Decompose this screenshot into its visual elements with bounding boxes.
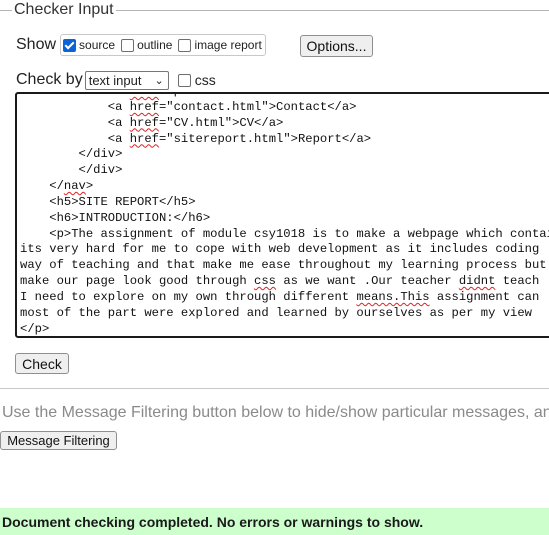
check-by-label: Check by (16, 71, 83, 88)
source-line: I need to explore on my own through diff… (20, 289, 540, 304)
spellcheck-flag: href (129, 131, 159, 146)
source-line: </div> (20, 147, 123, 162)
check-by-value: text input (88, 72, 142, 88)
source-line: <a href="portfolio.html">Portfolio</a> (20, 94, 386, 98)
source-line: <a href="contact.html">Contact</a> (20, 99, 357, 114)
outline-checkbox[interactable] (121, 38, 135, 52)
check-button[interactable]: Check (15, 353, 69, 374)
show-outline-option[interactable]: outline (121, 38, 172, 52)
source-line: </nav> (20, 179, 94, 194)
source-textarea[interactable]: <a href="portfolio.html">Portfolio</a> <… (15, 92, 549, 338)
source-line: </div> (20, 163, 123, 178)
show-options-group: source outline image report (60, 34, 266, 56)
spellcheck-flag: href (129, 115, 159, 130)
source-label: source (79, 38, 116, 52)
source-line: most of the part were explored and learn… (20, 305, 532, 320)
message-filtering-button[interactable]: Message Filtering (0, 431, 117, 450)
outline-label: outline (137, 38, 173, 52)
spellcheck-flag: nav (63, 179, 86, 194)
section-divider (0, 388, 549, 389)
css-option[interactable]: css (177, 72, 216, 88)
image-report-checkbox[interactable] (178, 38, 192, 52)
source-line: <p>The assignment of module csy1018 is t… (20, 226, 549, 241)
source-line: its very hard for me to cope with web de… (20, 242, 540, 257)
show-row: Show source outline image report (16, 33, 266, 57)
check-by-row: Check by text input ⌄ css (16, 69, 216, 91)
check-by-select[interactable]: text input ⌄ (84, 70, 169, 90)
show-label: Show (16, 36, 57, 53)
chevron-down-icon: ⌄ (154, 74, 164, 87)
source-line: way of teaching and that make me ease th… (20, 258, 547, 273)
source-checkbox[interactable] (63, 38, 77, 52)
image-report-label: image report (194, 38, 262, 52)
message-filtering-hint: Use the Message Filtering button below t… (2, 404, 549, 421)
show-image-report-option[interactable]: image report (178, 38, 262, 52)
source-line: <h5>SITE REPORT</h5> (20, 194, 196, 209)
spellcheck-flag: href (130, 94, 159, 98)
checker-input-legend: Checker Input (12, 1, 116, 19)
source-line: <a href="CV.html">CV</a> (20, 115, 284, 130)
spellcheck-flag: didnt (458, 274, 496, 289)
spellcheck-flag: means.This (356, 289, 430, 304)
spellcheck-flag: href (129, 99, 159, 114)
css-checkbox[interactable] (177, 73, 191, 87)
source-line: <a href="sitereport.html">Report</a> (20, 131, 372, 146)
show-source-option[interactable]: source (63, 38, 115, 52)
status-message: Document checking completed. No errors o… (0, 508, 549, 535)
css-label: css (194, 72, 216, 88)
spellcheck-flag: css (254, 274, 276, 289)
source-line: make our page look good through css as w… (20, 274, 540, 289)
options-button[interactable]: Options... (300, 35, 373, 57)
source-line: </p> (20, 321, 50, 336)
source-code: <a href="portfolio.html">Portfolio</a> <… (20, 94, 549, 336)
source-line: <h6>INTRODUCTION:</h6> (20, 210, 211, 225)
